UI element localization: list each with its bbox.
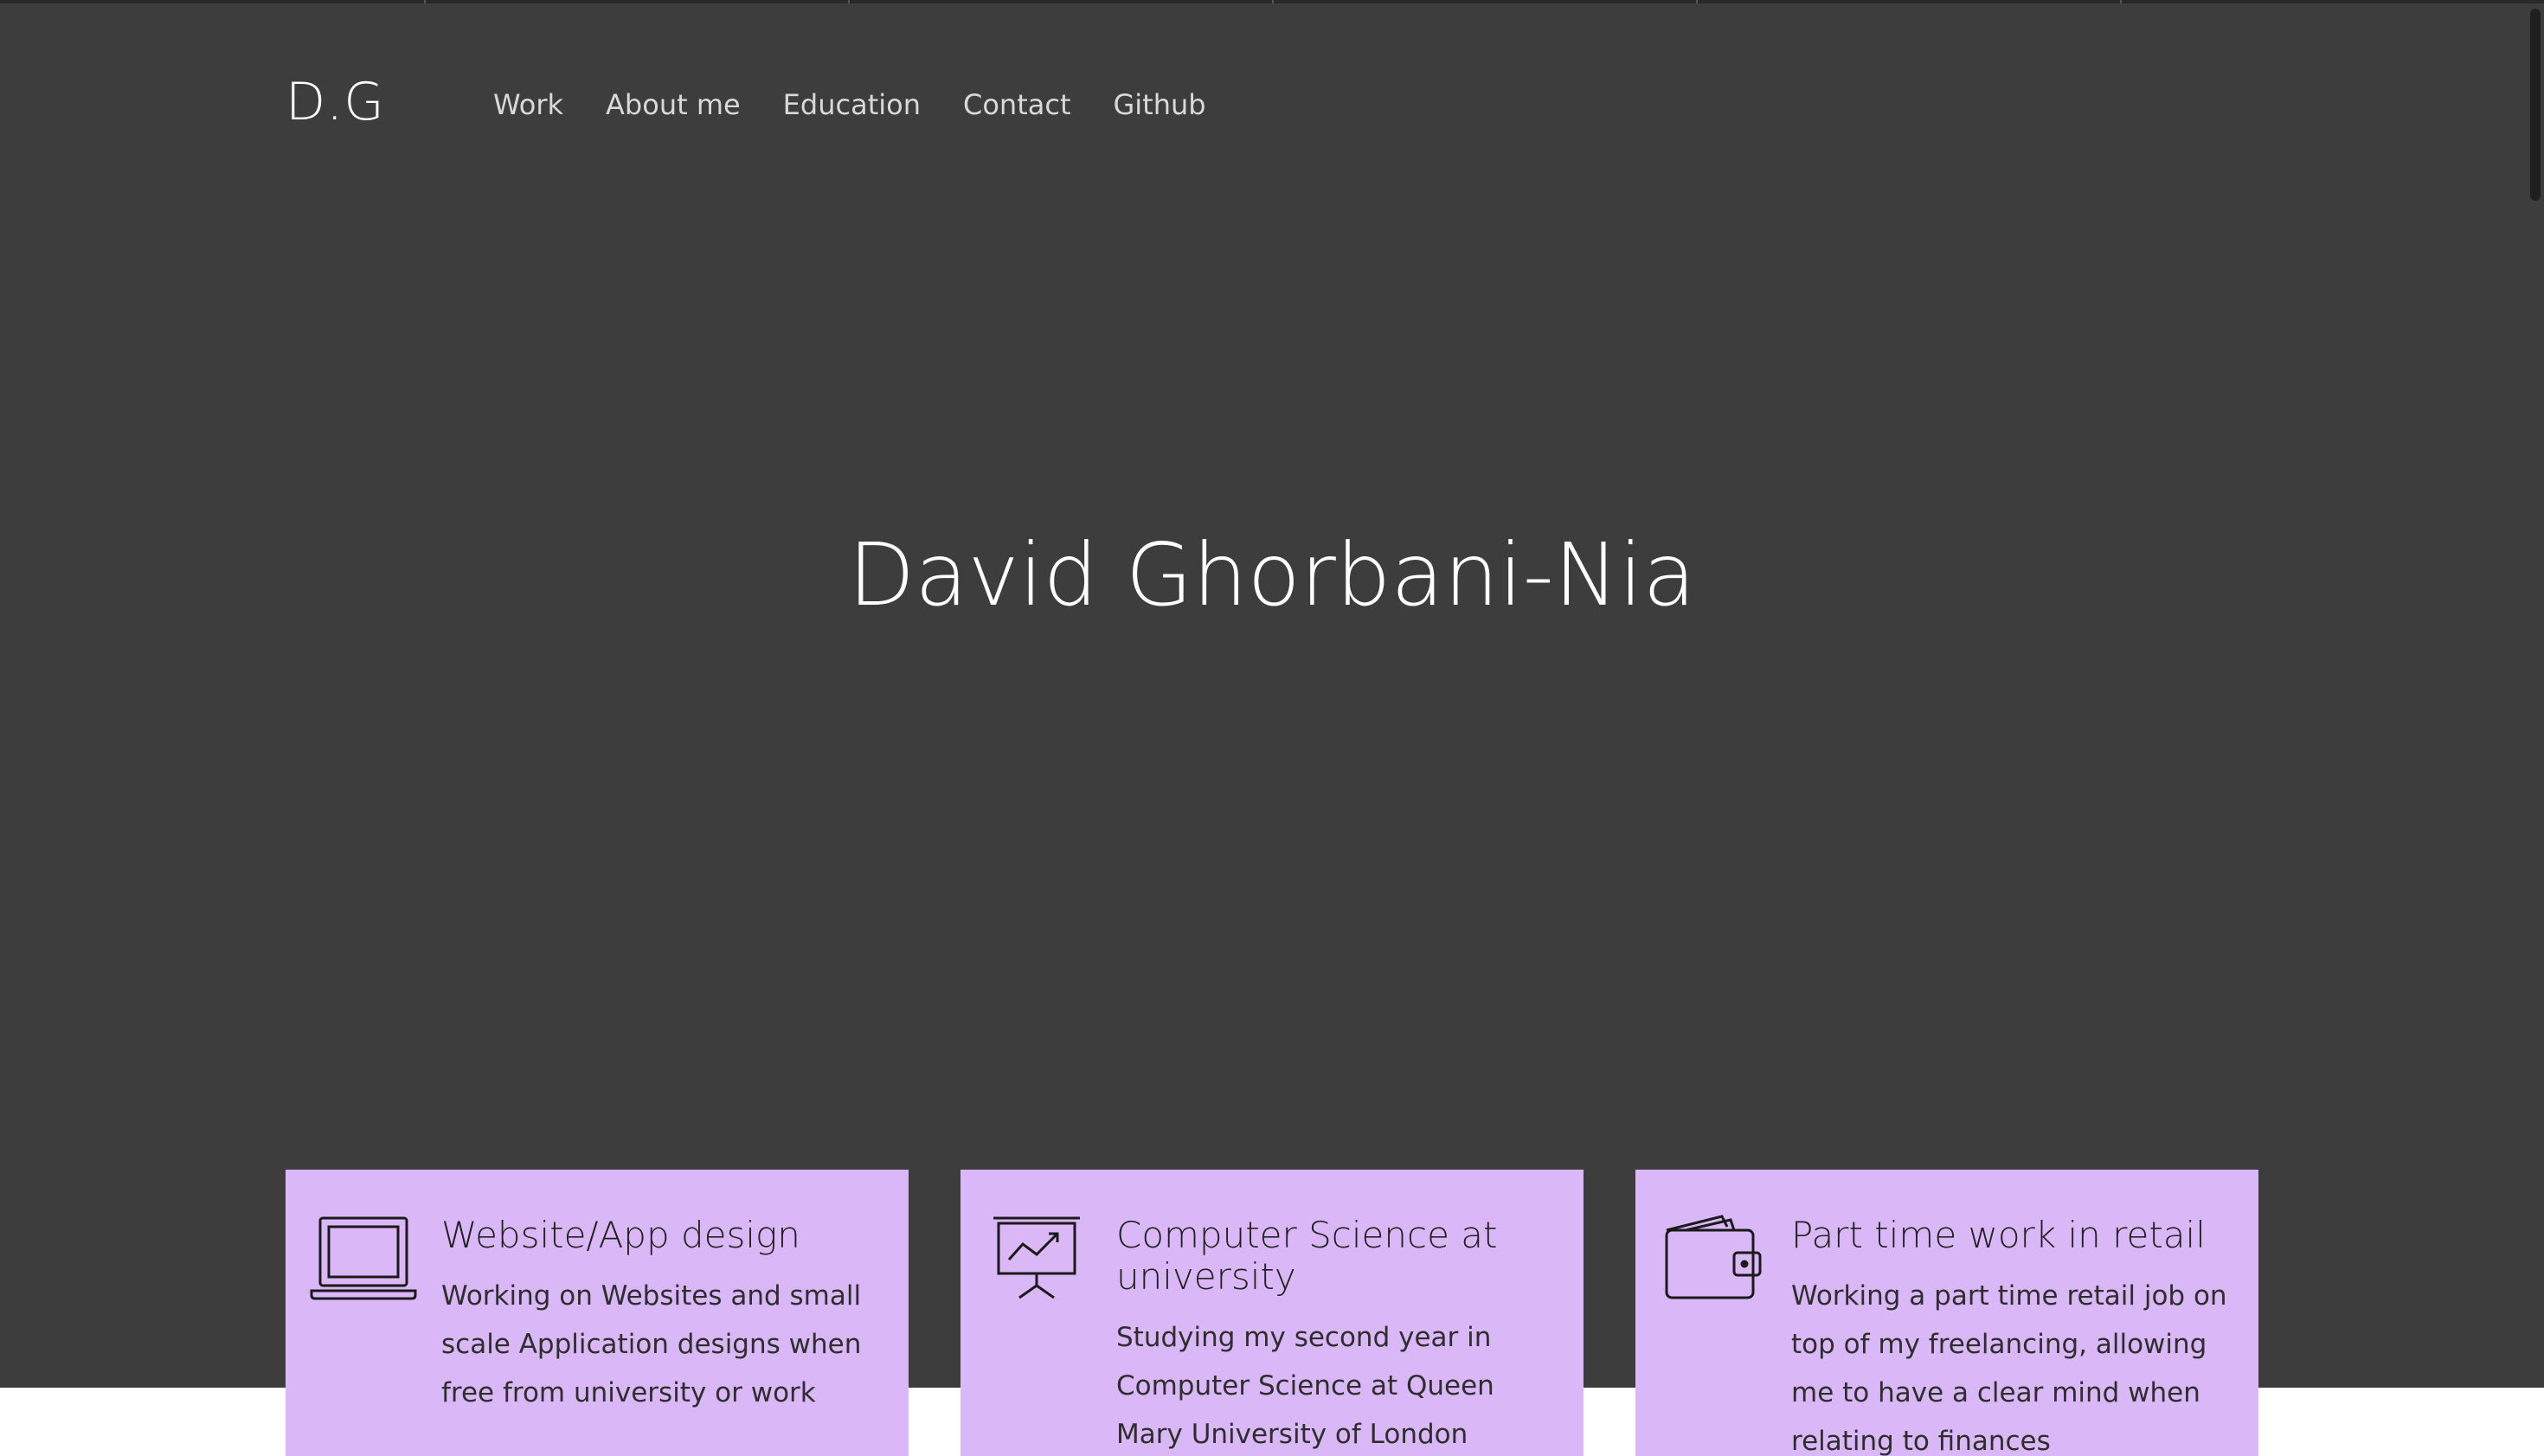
card-body: Computer Science at university Studying … xyxy=(1116,1215,1566,1456)
card-computer-science: Computer Science at university Studying … xyxy=(960,1170,1584,1456)
card-title: Part time work in retail xyxy=(1791,1214,2206,1256)
nav-link-github[interactable]: Github xyxy=(1113,83,1205,126)
feature-cards: Website/App design Working on Websites a… xyxy=(286,1170,2258,1456)
nav-link-about-me[interactable]: About me xyxy=(606,83,741,126)
card-text: Working a part time retail job on top of… xyxy=(1791,1280,2227,1456)
nav-link-education[interactable]: Education xyxy=(783,83,921,126)
nav-link-contact[interactable]: Contact xyxy=(963,83,1071,126)
main-nav: Work About me Education Contact Github xyxy=(493,83,1206,126)
nav-link-work[interactable]: Work xyxy=(493,83,563,126)
laptop-icon xyxy=(310,1216,417,1300)
site-logo[interactable]: D.G xyxy=(286,67,385,137)
top-border xyxy=(0,0,2544,3)
card-body: Part time work in retail Working a part … xyxy=(1791,1215,2241,1456)
card-web-design: Website/App design Working on Websites a… xyxy=(286,1170,909,1456)
card-title: Computer Science at university xyxy=(1116,1214,1498,1298)
card-retail-work: Part time work in retail Working a part … xyxy=(1635,1170,2258,1456)
wallet-icon xyxy=(1665,1215,1762,1299)
card-text: Studying my second year in Computer Scie… xyxy=(1116,1322,1494,1450)
card-text: Working on Websites and small scale Appl… xyxy=(441,1280,862,1408)
card-title: Website/App design xyxy=(441,1214,800,1256)
hero-title: David Ghorbani-Nia xyxy=(848,524,1696,625)
presentation-chart-icon xyxy=(993,1216,1080,1299)
scrollbar-thumb[interactable] xyxy=(2530,9,2541,201)
card-body: Website/App design Working on Websites a… xyxy=(441,1215,891,1417)
